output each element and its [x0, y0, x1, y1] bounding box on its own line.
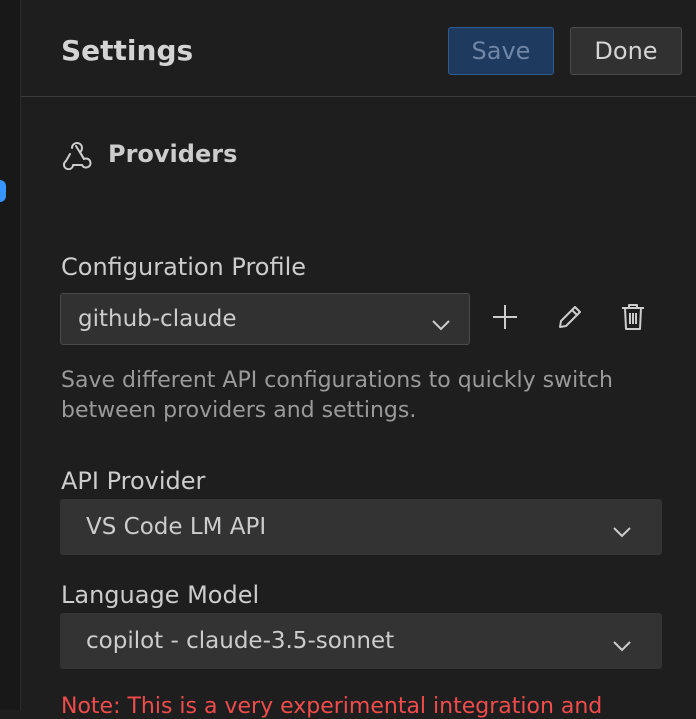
rail-indicator	[0, 180, 6, 202]
settings-header: Settings Save Done	[21, 0, 696, 97]
delete-profile-button[interactable]	[616, 302, 650, 336]
webhook-icon	[60, 138, 92, 170]
chevron-down-icon	[612, 519, 632, 545]
chevron-down-icon	[612, 633, 632, 659]
plus-icon	[490, 302, 520, 336]
done-button[interactable]: Done	[570, 27, 682, 75]
add-profile-button[interactable]	[488, 302, 522, 336]
section-title: Providers	[108, 140, 238, 168]
page-title: Settings	[61, 34, 194, 67]
api-provider-select[interactable]: VS Code LM API	[60, 499, 662, 555]
chevron-down-icon	[431, 312, 451, 338]
configuration-profile-label: Configuration Profile	[61, 253, 307, 281]
save-button[interactable]: Save	[448, 27, 554, 75]
api-provider-selected-value: VS Code LM API	[86, 514, 267, 540]
language-model-label: Language Model	[61, 581, 260, 609]
profile-selected-value: github-claude	[78, 306, 237, 332]
language-model-selected-value: copilot - claude-3.5-sonnet	[86, 628, 395, 654]
providers-section-header: Providers	[60, 138, 237, 170]
experimental-warning-note: Note: This is a very experimental integr…	[61, 694, 603, 719]
trash-icon	[620, 302, 646, 336]
rename-profile-button[interactable]	[553, 302, 587, 336]
activity-rail	[0, 0, 21, 710]
pencil-icon	[555, 302, 585, 336]
language-model-select[interactable]: copilot - claude-3.5-sonnet	[60, 613, 662, 669]
profile-help-text: Save different API configurations to qui…	[61, 368, 613, 423]
api-provider-label: API Provider	[61, 467, 206, 495]
configuration-profile-select[interactable]: github-claude	[60, 293, 470, 345]
